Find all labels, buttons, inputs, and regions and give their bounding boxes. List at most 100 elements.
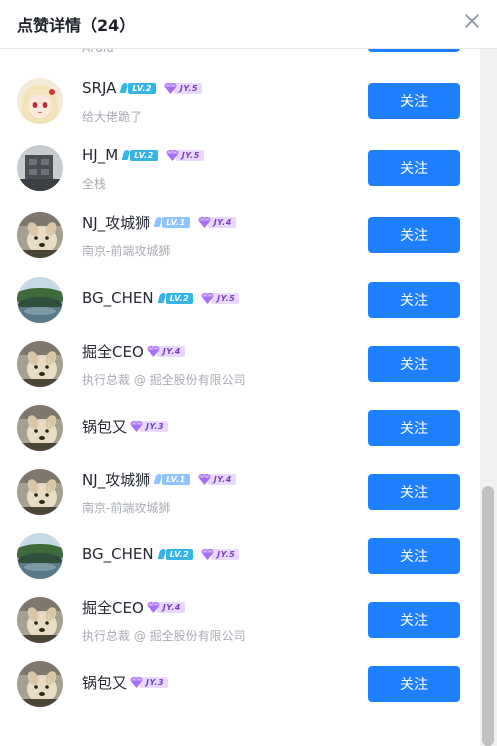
avatar[interactable] [17,661,63,707]
level-badge: LV.2 [157,292,194,304]
user-name[interactable]: 锅包又 [82,672,127,693]
avatar[interactable] [17,597,63,643]
level-badge-text: LV.2 [130,149,158,161]
list-item: NJ_攻城狮 LV.1 JY.4 南京-前端攻城狮 关注 [0,460,480,524]
name-line: BG_CHEN LV.2 JY.5 [82,287,240,309]
user-name[interactable]: BG_CHEN [82,545,154,563]
user-name[interactable]: NJ_攻城狮 [82,469,150,490]
gem-icon [146,601,160,613]
jy-badge-text: JY.5 [173,82,202,94]
gem-icon [197,473,211,485]
follow-button[interactable]: 关注 [368,346,460,382]
follow-button[interactable]: 关注 [368,410,460,446]
level-drop-icon [157,293,166,303]
level-badge: LV.2 [120,82,156,94]
gem-icon [146,345,160,357]
jy-badge: JY.5 [201,292,240,304]
jy-badge: JY.3 [130,420,169,432]
gem-icon [201,292,215,304]
user-name[interactable]: 掘全CEO [82,597,144,618]
follow-button[interactable]: 关注 [368,474,460,510]
jy-badge: JY.5 [201,548,240,560]
jy-badge: JY.3 [130,676,169,688]
level-badge-text: LV.2 [165,548,194,560]
gem-icon [130,420,144,432]
jy-badge-text: JY.4 [156,345,185,357]
list-item: 掘全CEO JY.4 执行总裁 @ 掘全股份有限公司 关注 [0,332,480,396]
list-item: BG_CHEN LV.2 JY.5 关注 [0,524,480,588]
level-badge: LV.1 [153,473,190,485]
name-line: NJ_攻城狮 LV.1 JY.4 [82,468,236,490]
name-line: SRJA LV.2 JY.5 [82,77,202,99]
follow-button[interactable]: 关注 [368,150,460,186]
dialog-title: 点赞详情（24） [17,16,136,35]
list-item: 锅包又 JY.3 关注 [0,396,480,460]
follow-button[interactable]: 关注 [368,282,460,318]
follow-button[interactable]: 关注 [368,83,460,119]
name-line: 锅包又 JY.3 [82,415,169,437]
gem-icon [163,82,177,94]
jy-badge: JY.5 [163,82,202,94]
name-line: NJ_攻城狮 LV.1 JY.4 [82,211,236,233]
scrollbar[interactable] [480,48,497,746]
jy-badge: JY.4 [146,601,185,613]
list-item: 掘全CEO JY.4 执行总裁 @ 掘全股份有限公司 关注 [0,588,480,652]
jy-badge-text: JY.3 [140,420,169,432]
follow-button[interactable]: 关注 [368,666,460,702]
user-description: 南京-前端攻城狮 [82,244,171,258]
jy-badge-text: JY.5 [175,149,204,161]
user-name[interactable]: SRJA [82,79,116,97]
jy-badge: JY.4 [197,216,236,228]
name-line: 掘全CEO JY.4 [82,596,185,618]
scrollbar-thumb[interactable] [482,486,494,746]
user-description: 执行总裁 @ 掘全股份有限公司 [82,373,246,387]
gem-icon [165,149,179,161]
avatar[interactable] [17,277,63,323]
jy-badge-text: JY.4 [207,216,236,228]
avatar[interactable] [17,341,63,387]
user-name[interactable]: NJ_攻城狮 [82,212,150,233]
avatar[interactable] [17,405,63,451]
name-line: HJ_M LV.2 JY.5 [82,144,204,166]
level-badge-text: LV.2 [165,292,194,304]
avatar[interactable] [17,469,63,515]
level-badge: LV.2 [157,548,194,560]
gem-icon [130,676,144,688]
user-name[interactable]: BG_CHEN [82,289,154,307]
close-icon[interactable] [462,11,482,31]
gem-icon [201,548,215,560]
jy-badge: JY.5 [165,149,204,161]
jy-badge: JY.4 [197,473,236,485]
user-description: 南京-前端攻城狮 [82,501,171,515]
list-item: SRJA LV.2 JY.5 给大佬跪了 关注 [0,69,480,133]
level-badge-text: LV.1 [162,216,190,228]
level-badge-text: LV.1 [162,473,190,485]
name-line: BG_CHEN LV.2 JY.5 [82,543,240,565]
user-description: 执行总裁 @ 掘全股份有限公司 [82,629,246,643]
user-name[interactable]: 掘全CEO [82,341,144,362]
user-name[interactable]: HJ_M [82,146,118,164]
list-item: NJ_攻城狮 LV.1 JY.4 南京-前端攻城狮 关注 [0,203,480,267]
follow-button[interactable]: 关注 [368,217,460,253]
avatar[interactable] [17,212,63,258]
user-description: 全栈 [82,177,107,191]
jy-badge: JY.4 [146,345,185,357]
follow-button[interactable]: 关注 [368,538,460,574]
jy-badge-text: JY.4 [156,601,185,613]
jy-badge-text: JY.5 [211,292,240,304]
list-item: HJ_M LV.2 JY.5 全栈 关注 [0,136,480,200]
jy-badge-text: JY.3 [140,676,169,688]
avatar[interactable] [17,78,63,124]
follow-button[interactable]: 关注 [368,602,460,638]
level-drop-icon [157,549,166,559]
list-item: 锅包又 JY.3 关注 [0,652,480,716]
dialog-header: 点赞详情（24） [0,0,497,49]
name-line: 掘全CEO JY.4 [82,340,185,362]
avatar[interactable] [17,145,63,191]
user-description: 给大佬跪了 [82,110,143,124]
avatar[interactable] [17,533,63,579]
name-line: 锅包又 JY.3 [82,671,169,693]
level-badge-text: LV.2 [128,82,156,94]
gem-icon [197,216,211,228]
user-name[interactable]: 锅包又 [82,416,127,437]
